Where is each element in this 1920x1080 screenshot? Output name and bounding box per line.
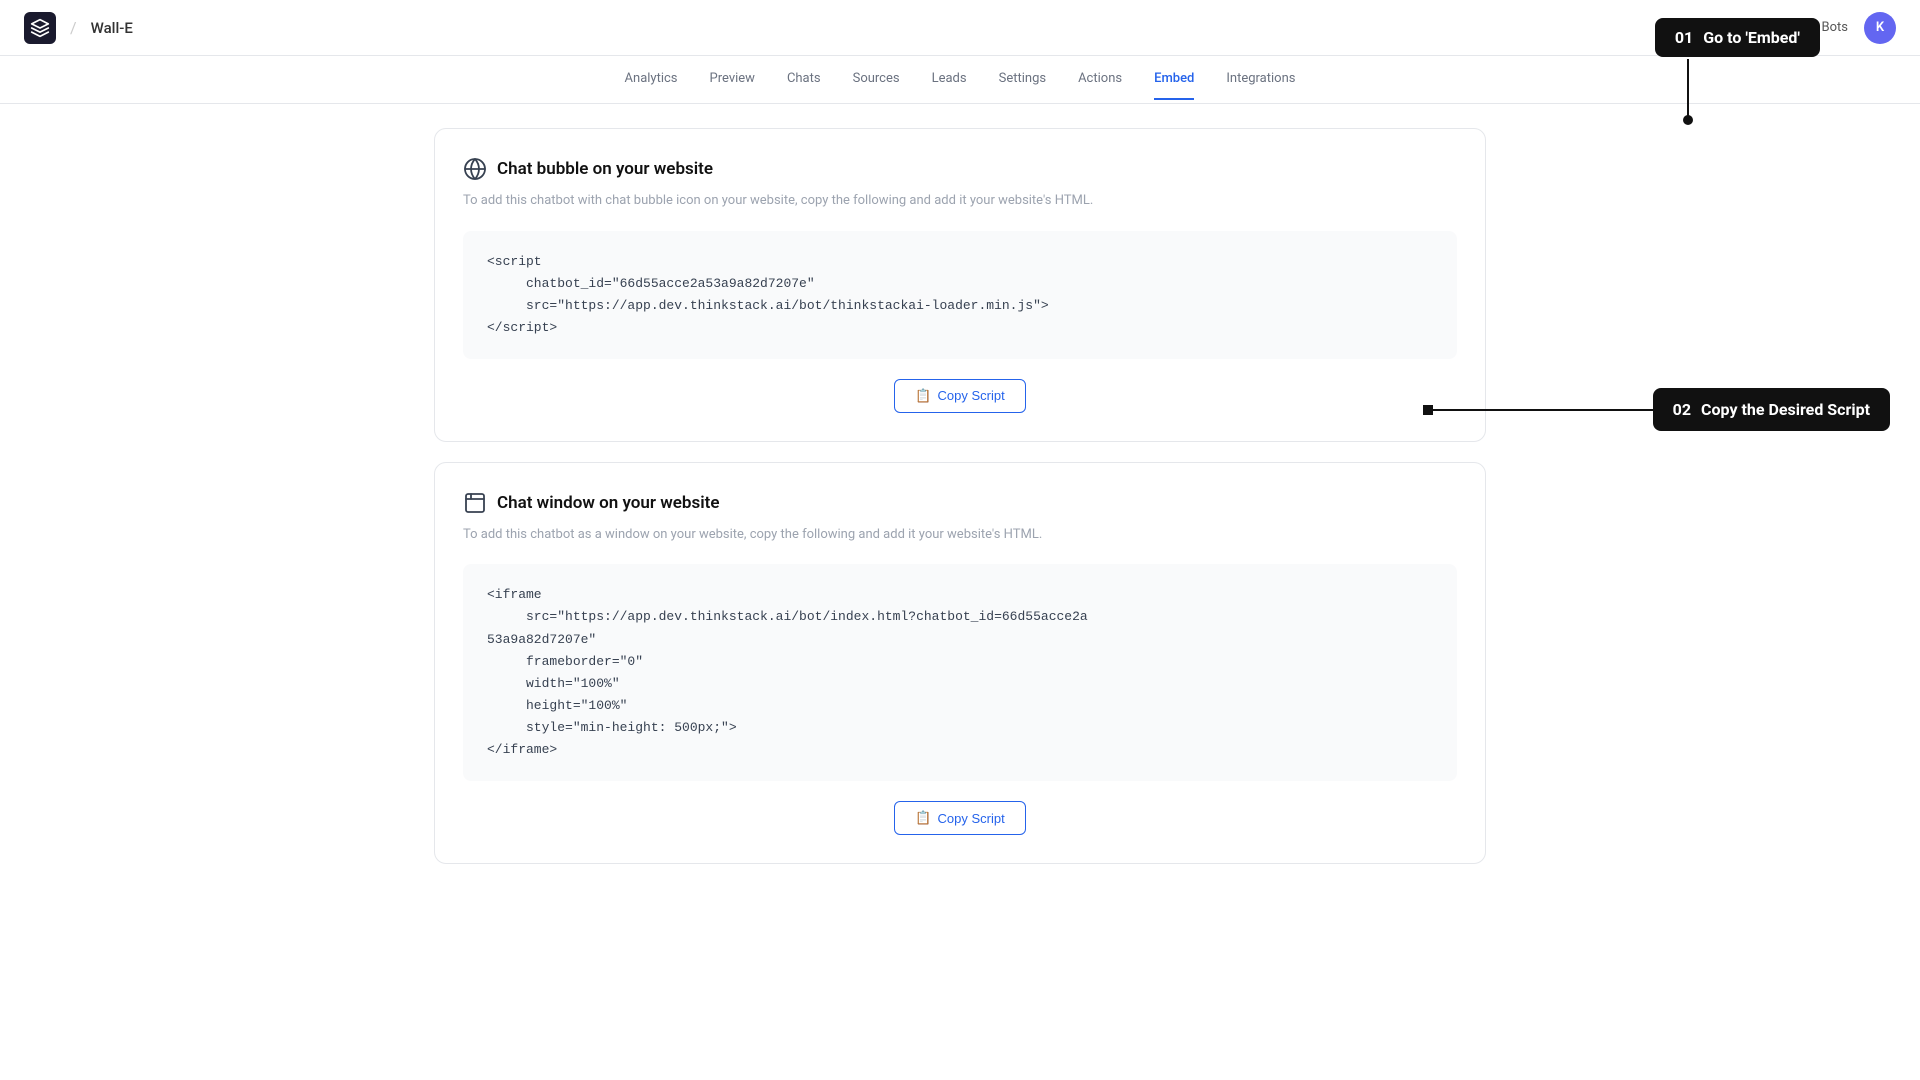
tab-actions[interactable]: Actions: [1078, 59, 1122, 100]
app-name: Wall-E: [91, 19, 133, 37]
section2-title: Chat window on your website: [497, 493, 720, 513]
chat-window-section: Chat window on your website To add this …: [434, 462, 1486, 864]
callout-01: 01 Go to 'Embed': [1655, 18, 1820, 57]
section2-copy-label: Copy Script: [937, 811, 1004, 826]
tab-analytics[interactable]: Analytics: [625, 59, 678, 100]
header: / Wall-E pport My Bots K: [0, 0, 1920, 56]
callout-01-number: 01: [1675, 28, 1693, 47]
breadcrumb-separator: /: [70, 18, 77, 37]
section1-code-block: <script chatbot_id="66d55acce2a53a9a82d7…: [463, 231, 1457, 359]
callout-01-tooltip: 01 Go to 'Embed': [1655, 18, 1820, 57]
callout-02-dot: [1423, 405, 1433, 415]
section2-description: To add this chatbot as a window on your …: [463, 525, 1103, 545]
copy-icon-2: 📋: [915, 810, 931, 826]
tab-preview[interactable]: Preview: [710, 59, 755, 100]
avatar[interactable]: K: [1864, 12, 1896, 44]
callout-02-line: [1433, 409, 1653, 411]
callout-01-text: Go to 'Embed': [1703, 28, 1800, 47]
nav-bar: Analytics Preview Chats Sources Leads Se…: [0, 56, 1920, 104]
main-content: Chat bubble on your website To add this …: [410, 104, 1510, 908]
section2-code-block: <iframe src="https://app.dev.thinkstack.…: [463, 564, 1457, 781]
callout-02-tooltip: 02 Copy the Desired Script: [1653, 388, 1890, 431]
section1-copy-button[interactable]: 📋 Copy Script: [894, 379, 1025, 413]
tab-integrations[interactable]: Integrations: [1226, 59, 1295, 100]
callout-01-dot: [1683, 115, 1693, 125]
logo-area: / Wall-E: [24, 12, 133, 44]
tab-leads[interactable]: Leads: [932, 59, 967, 100]
callout-02-number: 02: [1673, 400, 1691, 419]
window-icon: [463, 491, 487, 515]
chat-bubble-section: Chat bubble on your website To add this …: [434, 128, 1486, 442]
section2-copy-area: 📋 Copy Script: [463, 801, 1457, 835]
section1-copy-label: Copy Script: [937, 388, 1004, 403]
tab-chats[interactable]: Chats: [787, 59, 821, 100]
section2-copy-button[interactable]: 📋 Copy Script: [894, 801, 1025, 835]
section1-header: Chat bubble on your website: [463, 157, 1457, 181]
globe-icon: [463, 157, 487, 181]
section1-title: Chat bubble on your website: [497, 159, 713, 179]
tab-embed[interactable]: Embed: [1154, 59, 1194, 100]
callout-02: 02 Copy the Desired Script: [1423, 388, 1890, 431]
copy-icon: 📋: [915, 388, 931, 404]
logo-icon: [24, 12, 56, 44]
section1-description: To add this chatbot with chat bubble ico…: [463, 191, 1103, 211]
section2-header: Chat window on your website: [463, 491, 1457, 515]
tab-sources[interactable]: Sources: [853, 59, 900, 100]
tab-settings[interactable]: Settings: [999, 59, 1046, 100]
callout-02-text: Copy the Desired Script: [1701, 400, 1870, 419]
callout-01-line: [1687, 59, 1689, 117]
section1-copy-area: 📋 Copy Script: [463, 379, 1457, 413]
